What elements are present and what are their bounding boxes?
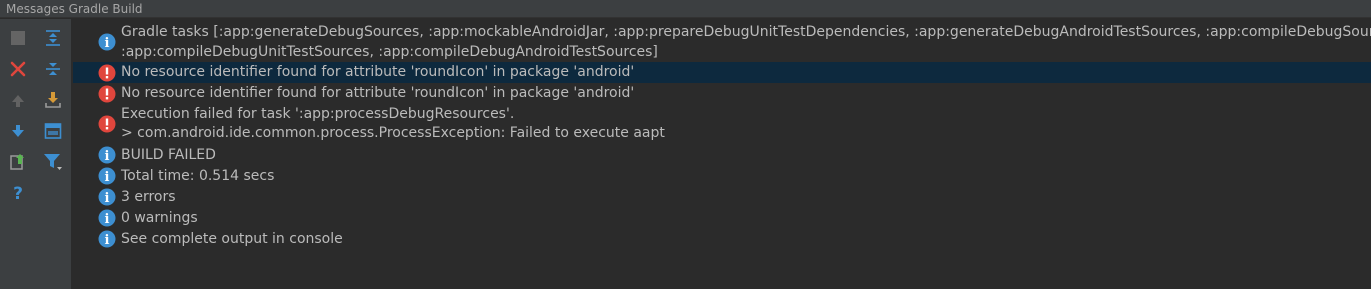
help-icon: ? [13,184,23,202]
tool-window-title: Messages Gradle Build [0,0,1371,18]
svg-text:i: i [105,36,110,51]
svg-text:i: i [105,170,110,185]
message-row[interactable]: i 3 errors [73,187,1371,208]
collapse-all-button[interactable] [42,27,64,49]
layout-icon [44,123,62,139]
message-text: Total time: 0.514 secs [121,168,275,184]
next-occurrence-icon [12,125,24,137]
info-icon: i [98,146,116,164]
filter-button[interactable] [42,151,64,173]
message-text: No resource identifier found for attribu… [121,64,635,80]
expand-all-icon [46,63,60,75]
message-text: > com.android.ide.common.process.Process… [121,125,665,141]
svg-text:i: i [105,212,110,227]
message-row[interactable]: Execution failed for task ':app:processD… [73,104,1371,144]
stop-button[interactable] [7,27,29,49]
message-text: No resource identifier found for attribu… [121,85,635,101]
layout-button[interactable] [42,120,64,142]
stop-icon [11,31,25,45]
messages-tree[interactable]: i Gradle tasks [:app:generateDebugSource… [73,19,1371,289]
info-icon: i [98,167,116,185]
message-row[interactable]: i BUILD FAILED [73,145,1371,166]
message-text: Execution failed for task ':app:processD… [121,106,515,122]
svg-text:?: ? [13,184,23,202]
message-text: 3 errors [121,189,176,205]
filter-icon [44,154,62,170]
export-to-file-icon [10,154,24,170]
close-icon [10,61,26,77]
message-row[interactable]: i 0 warnings [73,208,1371,229]
message-row[interactable]: i Total time: 0.514 secs [73,166,1371,187]
export-button[interactable] [42,89,64,111]
error-icon [98,85,116,103]
export-icon [45,92,61,108]
help-button[interactable]: ? [7,182,29,204]
next-occurrence-button[interactable] [7,120,29,142]
info-icon: i [98,230,116,248]
svg-text:i: i [105,191,110,206]
message-row-selected[interactable]: No resource identifier found for attribu… [73,62,1371,83]
message-row[interactable]: No resource identifier found for attribu… [73,83,1371,104]
info-icon: i [98,188,116,206]
error-icon [98,115,116,133]
message-text: 0 warnings [121,210,198,226]
svg-text:i: i [105,149,110,164]
message-text: :app:compileDebugUnitTestSources, :app:c… [121,44,658,60]
message-text: Gradle tasks [:app:generateDebugSources,… [121,24,1371,40]
message-row[interactable]: i Gradle tasks [:app:generateDebugSource… [73,21,1371,63]
error-icon [98,64,116,82]
message-text: See complete output in console [121,231,343,247]
export-to-file-button[interactable] [7,151,29,173]
svg-text:i: i [105,233,110,248]
messages-tool-window: Messages Gradle Build ? i Gradle tasks [… [0,0,1371,289]
previous-occurrence-button[interactable] [7,90,29,112]
close-button[interactable] [7,58,29,80]
info-icon: i [98,209,116,227]
message-row[interactable]: i See complete output in console [73,229,1371,250]
collapse-all-icon [46,30,60,46]
expand-all-button[interactable] [42,58,64,80]
info-icon: i [98,33,116,51]
previous-occurrence-icon [12,95,24,107]
messages-toolbar: ? [0,19,72,289]
message-text: BUILD FAILED [121,147,216,163]
